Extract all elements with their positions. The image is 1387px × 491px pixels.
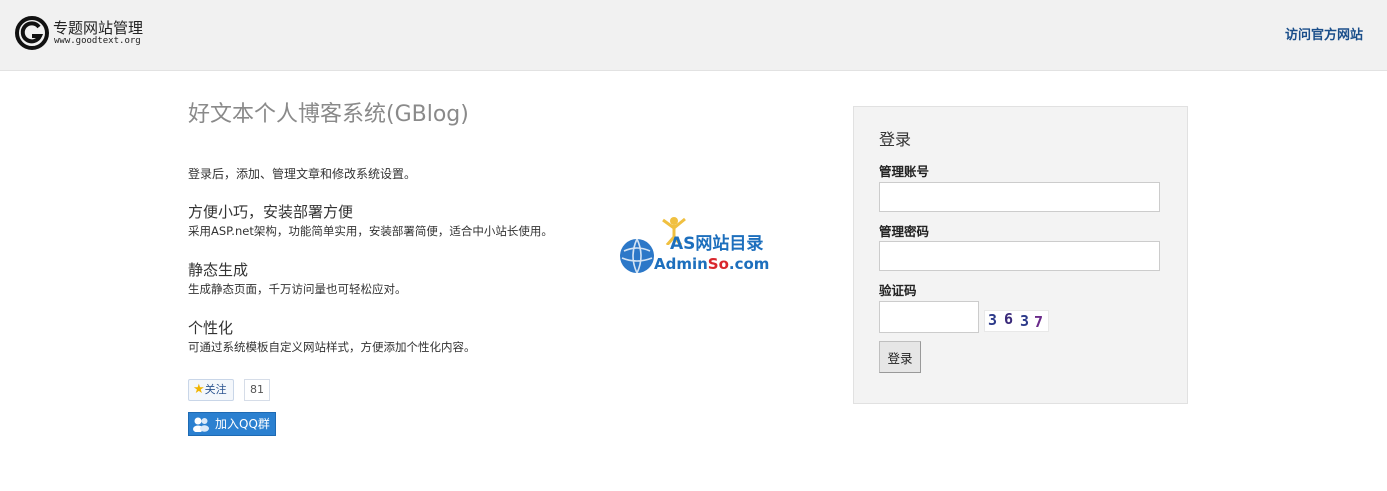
captcha-digit: 3 bbox=[988, 311, 998, 329]
logo-title: 专题网站管理 bbox=[53, 19, 144, 37]
feature-item: 方便小巧，安装部署方便 采用ASP.net架构，功能简单实用，安装部署简便，适合… bbox=[188, 203, 553, 238]
page-title: 好文本个人博客系统(GBlog) bbox=[188, 102, 469, 127]
login-submit-button[interactable]: 登录 bbox=[879, 341, 921, 373]
feature-item: 静态生成 生成静态页面，千万访问量也可轻松应对。 bbox=[188, 261, 407, 296]
captcha-digit: 7 bbox=[1034, 313, 1044, 331]
feature-desc: 生成静态页面，千万访问量也可轻松应对。 bbox=[188, 282, 407, 296]
captcha-input[interactable] bbox=[879, 301, 979, 333]
feature-title: 方便小巧，安装部署方便 bbox=[188, 203, 354, 221]
username-input[interactable] bbox=[879, 182, 1160, 212]
logo-g-icon bbox=[15, 16, 49, 50]
watermark-title: AS网站目录 bbox=[670, 234, 764, 254]
login-title: 登录 bbox=[879, 130, 912, 149]
username-label: 管理账号 bbox=[879, 164, 930, 179]
password-input[interactable] bbox=[879, 241, 1160, 271]
feature-item: 个性化 可通过系统模板自定义网站样式，方便添加个性化内容。 bbox=[188, 319, 476, 354]
captcha-image[interactable]: 3 6 3 7 bbox=[984, 310, 1049, 332]
watermark-domain: AdminSo.com bbox=[654, 255, 770, 273]
intro-text: 登录后，添加、管理文章和修改系统设置。 bbox=[188, 167, 417, 181]
follow-label: 关注 bbox=[204, 383, 227, 396]
join-qq-group-button[interactable]: 加入QQ群 bbox=[188, 412, 276, 436]
qq-group-icon bbox=[193, 417, 209, 432]
feature-title: 个性化 bbox=[188, 319, 234, 337]
follow-button[interactable]: ★关注 bbox=[188, 379, 234, 401]
captcha-label: 验证码 bbox=[879, 283, 917, 298]
login-panel: 登录 管理账号 管理密码 验证码 3 6 3 7 登录 bbox=[853, 106, 1188, 404]
feature-title: 静态生成 bbox=[188, 261, 249, 279]
adminso-watermark: AS网站目录 AdminSo.com bbox=[618, 215, 778, 279]
top-header: 专题网站管理 www.goodtext.org 访问官方网站 bbox=[0, 0, 1387, 71]
site-logo[interactable]: 专题网站管理 www.goodtext.org bbox=[13, 14, 148, 50]
captcha-digit: 3 bbox=[1020, 312, 1030, 330]
feature-desc: 采用ASP.net架构，功能简单实用，安装部署简便，适合中小站长使用。 bbox=[188, 224, 553, 238]
follow-count: 81 bbox=[244, 379, 270, 401]
password-label: 管理密码 bbox=[879, 224, 930, 239]
globe-icon bbox=[620, 238, 654, 274]
captcha-digit: 6 bbox=[1004, 310, 1014, 328]
visit-official-site-link[interactable]: 访问官方网站 bbox=[1285, 24, 1363, 43]
qq-group-label: 加入QQ群 bbox=[215, 417, 270, 431]
feature-desc: 可通过系统模板自定义网站样式，方便添加个性化内容。 bbox=[188, 340, 476, 354]
logo-url: www.goodtext.org bbox=[54, 36, 141, 46]
star-icon: ★ bbox=[193, 382, 205, 397]
